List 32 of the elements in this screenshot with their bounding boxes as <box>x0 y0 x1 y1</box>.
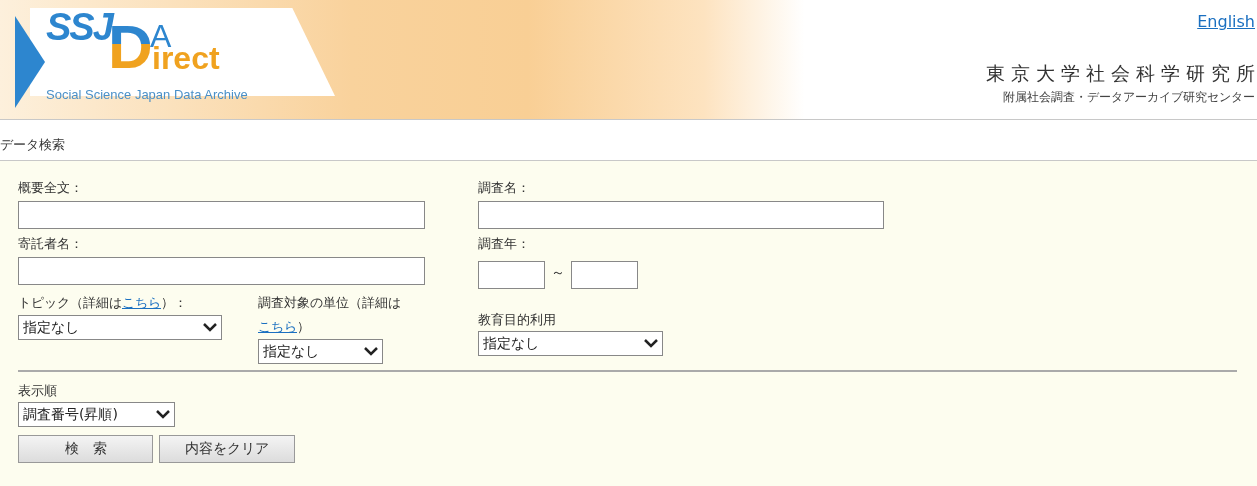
unit-select[interactable]: 指定なし <box>258 339 383 364</box>
sort-select[interactable]: 調査番号(昇順) <box>18 402 175 427</box>
clear-button[interactable]: 内容をクリア <box>159 435 295 463</box>
language-link[interactable]: English <box>1197 12 1255 31</box>
field-label: トピック（詳細はこちら）： <box>18 294 188 312</box>
range-separator: ～ <box>551 264 565 282</box>
field-label: 教育目的利用 <box>478 311 557 329</box>
chevron-down-icon <box>364 347 378 356</box>
center-name: 附属社会調査・データアーカイブ研究センター <box>1003 89 1255 106</box>
education-select[interactable]: 指定なし <box>478 331 663 356</box>
chevron-down-icon <box>644 339 658 348</box>
field-label: 調査年： <box>478 235 531 253</box>
chevron-down-icon <box>203 323 217 332</box>
field-label: 概要全文： <box>18 179 84 197</box>
institute-name: 東京大学社会科学研究所 <box>986 61 1257 86</box>
search-button[interactable]: 検 索 <box>18 435 153 463</box>
details-link[interactable]: こちら <box>122 295 161 310</box>
chevron-down-icon <box>156 410 170 419</box>
year-to-field[interactable] <box>571 261 638 289</box>
field-label: 調査名： <box>478 179 531 197</box>
triangle-icon <box>15 16 45 108</box>
section-title: データ検索 <box>0 136 66 154</box>
topic-select[interactable]: 指定なし <box>18 315 222 340</box>
field-label: 調査対象の単位（詳細は こちら） <box>258 294 402 336</box>
field-label: 寄託者名： <box>18 235 84 253</box>
input-field[interactable] <box>18 257 425 285</box>
input-field[interactable] <box>478 201 884 229</box>
field-label: 表示順 <box>18 382 58 400</box>
year-from-field[interactable] <box>478 261 545 289</box>
details-link[interactable]: こちら <box>258 319 297 334</box>
input-field[interactable] <box>18 201 425 229</box>
logo-subtitle: Social Science Japan Data Archive <box>46 87 248 102</box>
